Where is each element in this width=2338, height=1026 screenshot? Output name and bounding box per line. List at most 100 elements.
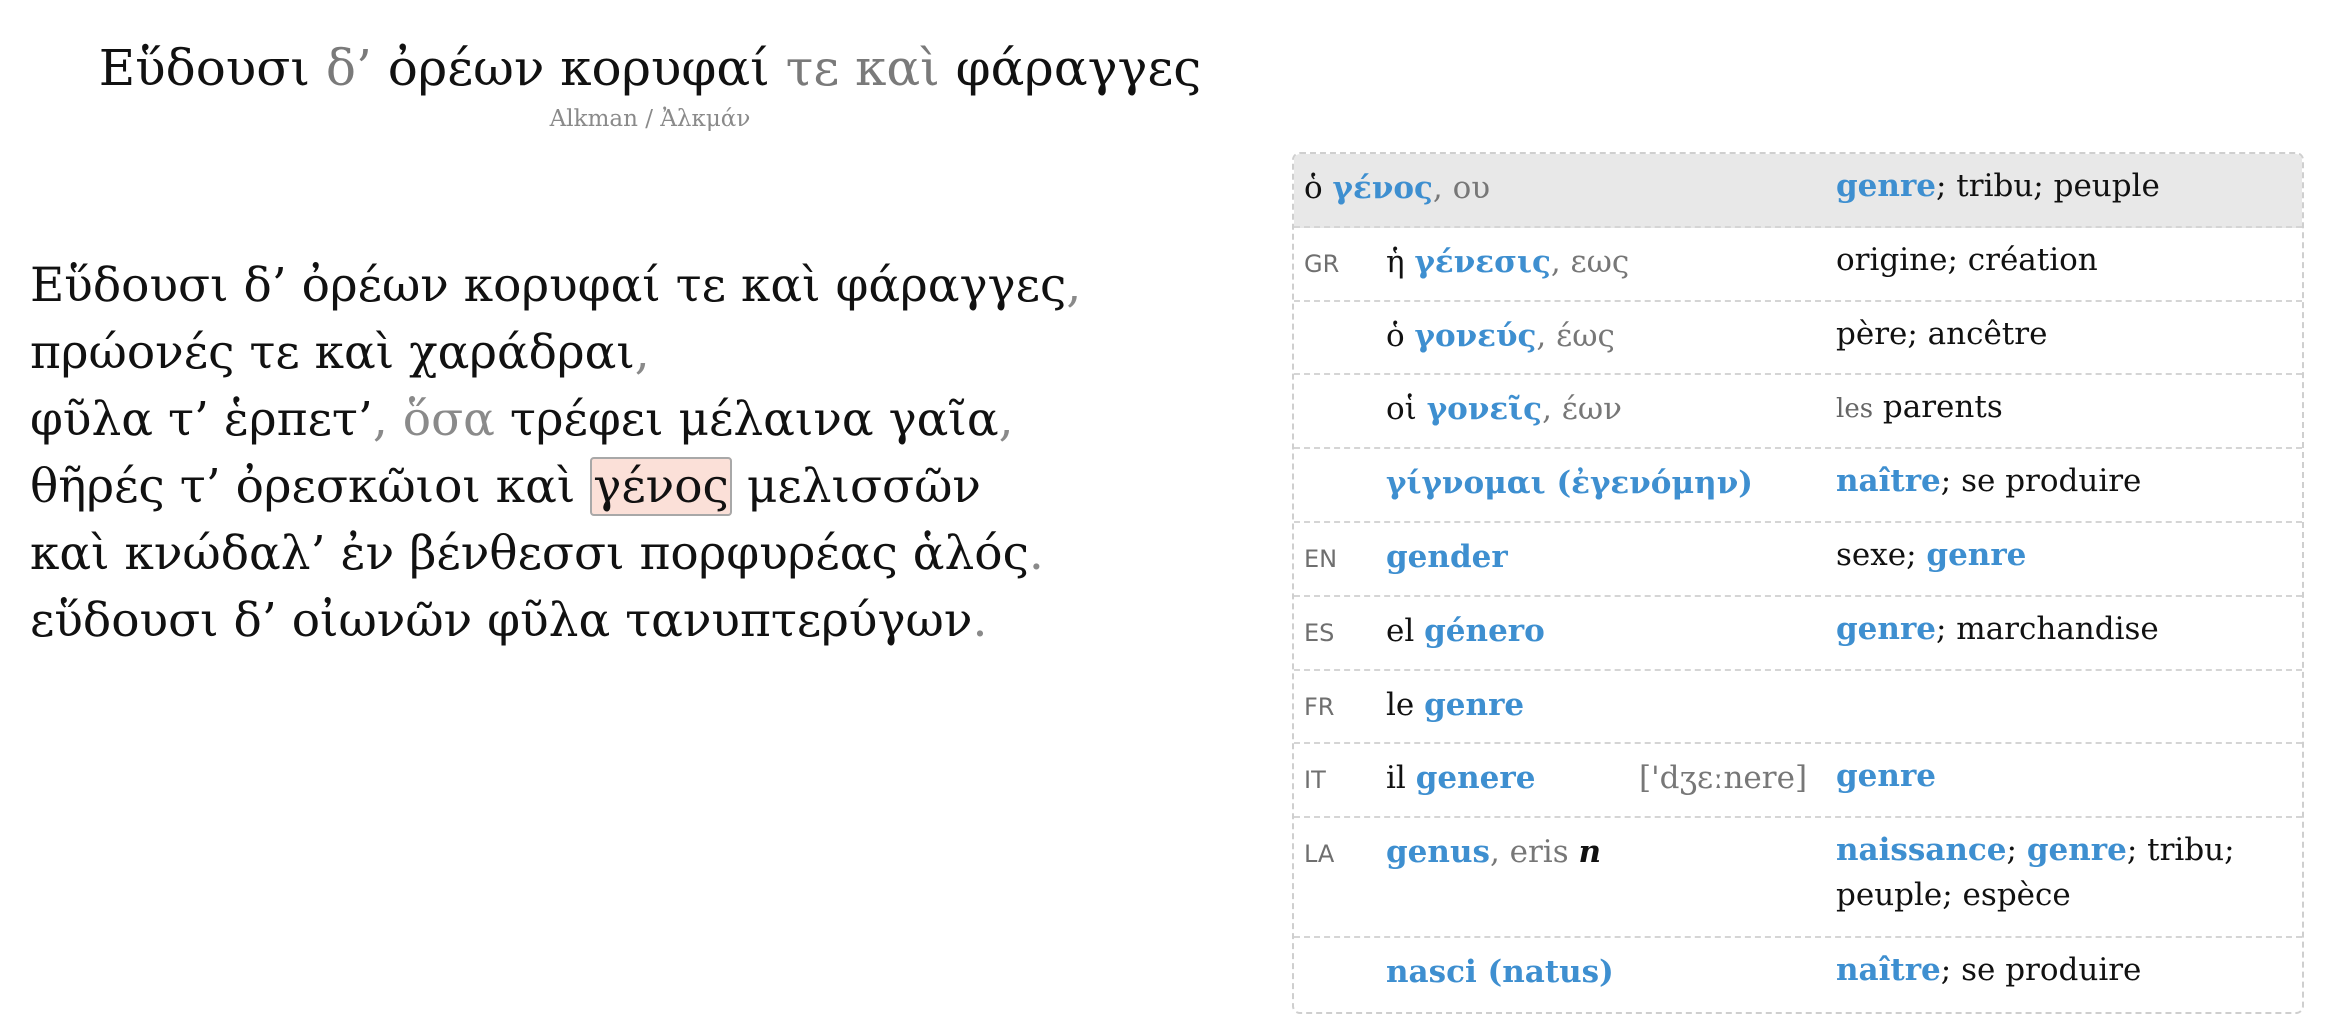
- meaning-text: ; marchandise: [1936, 610, 2159, 647]
- meaning-link[interactable]: genre: [1926, 537, 2026, 573]
- punctuation: .: [1028, 526, 1044, 581]
- poem-words[interactable]: πρώονές τε καὶ χαράδραι: [30, 325, 635, 380]
- poem-line: πρώονές τε καὶ χαράδραι,: [30, 319, 1081, 386]
- lemma-link[interactable]: genre: [1424, 687, 1524, 723]
- lemma-suffix: , εως: [1550, 243, 1630, 280]
- dictionary-row: nasci (natus) naître; se produire: [1294, 938, 2302, 1012]
- lemma-link[interactable]: γένεσις: [1414, 244, 1550, 280]
- poem-text: Εὕδουσι δ’ ὀρέων κορυφαί τε καὶ φάραγγες…: [30, 252, 1081, 654]
- meaning: naître; se produire: [1836, 948, 2266, 993]
- poem-word-muted[interactable]: ὅσα: [403, 392, 495, 447]
- meaning-link[interactable]: naître: [1836, 952, 1941, 988]
- language-code: LA: [1304, 840, 1335, 869]
- meaning-separator: ;: [2006, 832, 2017, 869]
- lemma: οἱ γονεῖς, έων: [1386, 391, 1622, 427]
- meaning-link[interactable]: naissance: [1836, 832, 2007, 868]
- poem-line: Εὕδουσι δ’ ὀρέων κορυφαί τε καὶ φάραγγες…: [30, 252, 1081, 319]
- dictionary-row: FR le genre: [1294, 671, 2302, 745]
- meaning-link[interactable]: naître: [1836, 463, 1941, 499]
- language-code: EN: [1304, 544, 1338, 573]
- article: el: [1386, 612, 1415, 649]
- lemma-link[interactable]: gender: [1386, 539, 1508, 575]
- meaning-text: ; tribu; peuple: [1936, 168, 2160, 204]
- poem-line: εὕδουσι δ’ οἰωνῶν φῦλα τανυπτερύγων.: [30, 587, 1081, 654]
- page-title: Εὕδουσι δ’ ὀρέων κορυφαί τε καὶ φάραγγες: [0, 36, 1300, 100]
- meaning-article: les: [1836, 394, 1874, 425]
- meaning: genre; marchandise: [1836, 607, 2266, 652]
- poem-words[interactable]: καὶ κνώδαλ’ ἐν βένθεσσι πορφυρέας ἁλός: [30, 526, 1029, 581]
- lemma-link[interactable]: género: [1424, 613, 1545, 649]
- punctuation: ,: [998, 392, 1014, 447]
- lemma-link[interactable]: γένος: [1333, 170, 1433, 206]
- gender-marker: n: [1578, 834, 1602, 871]
- dictionary-row: LA genus, eris n naissance; genre; tribu…: [1294, 818, 2302, 939]
- title-word-muted: δ’: [325, 39, 372, 97]
- lemma: genus, eris n: [1386, 834, 1601, 870]
- article: ἡ: [1386, 243, 1405, 280]
- language-code: GR: [1304, 249, 1340, 278]
- title-word: ὀρέων κορυφαί: [387, 39, 770, 97]
- poem-words[interactable]: Εὕδουσι δ’ ὀρέων κορυφαί τε καὶ φάραγγες: [30, 258, 1066, 313]
- dictionary-panel: ὁ γένος, ου genre; tribu; peuple GR ἡ γέ…: [1292, 152, 2304, 1014]
- meaning: sexe; genre: [1836, 533, 2266, 578]
- dictionary-row: EN gender sexe; genre: [1294, 523, 2302, 597]
- lemma: le genre: [1386, 687, 1524, 723]
- article: ὁ: [1386, 317, 1405, 354]
- meaning: naître; se produire: [1836, 459, 2266, 504]
- lemma-suffix: , eris: [1489, 834, 1569, 871]
- meaning-text: sexe;: [1836, 536, 1917, 573]
- poem-line: καὶ κνώδαλ’ ἐν βένθεσσι πορφυρέας ἁλός.: [30, 520, 1081, 587]
- lemma: gender: [1386, 539, 1508, 575]
- meaning-link[interactable]: genre: [2027, 832, 2127, 868]
- article: le: [1386, 686, 1415, 723]
- lemma-suffix: , έως: [1536, 317, 1615, 354]
- poem-words[interactable]: μελισσῶν: [747, 459, 981, 514]
- lemma-link[interactable]: genere: [1416, 760, 1536, 796]
- lemma-link[interactable]: γονεύς: [1415, 318, 1537, 354]
- title-word: Εὕδουσι: [98, 39, 310, 97]
- punctuation: ,: [1066, 258, 1082, 313]
- meaning-link[interactable]: genre: [1836, 611, 1936, 647]
- lemma: γίγνομαι (ἐγενόμην): [1386, 465, 1753, 501]
- article: il: [1386, 760, 1406, 797]
- meaning-link[interactable]: genre: [1836, 168, 1936, 204]
- lemma-link[interactable]: genus: [1386, 834, 1490, 870]
- meaning-link[interactable]: genre: [1836, 758, 1936, 794]
- lemma: il genere: [1386, 760, 1535, 796]
- punctuation: ,: [372, 392, 388, 447]
- title-word-muted: τε καὶ: [785, 39, 940, 97]
- poem-words[interactable]: φῦλα τ’ ἑρπετ’: [30, 392, 373, 447]
- meaning-text: parents: [1882, 389, 2003, 426]
- lemma: nasci (natus): [1386, 954, 1614, 990]
- pronunciation: ['dʒɛːnere]: [1639, 760, 1808, 797]
- language-code: FR: [1304, 692, 1335, 721]
- meaning-text: père; ancêtre: [1836, 315, 2048, 352]
- meaning: les parents: [1836, 385, 2266, 432]
- dictionary-row: GR ἡ γένεσις, εως origine; création: [1294, 228, 2302, 302]
- meaning: naissance; genre; tribu; peuple; espèce: [1836, 828, 2266, 918]
- lemma-link[interactable]: γίγνομαι (ἐγενόμην): [1386, 465, 1753, 501]
- article: ὁ: [1304, 170, 1323, 206]
- dictionary-row: ES el género genre; marchandise: [1294, 597, 2302, 671]
- punctuation: ,: [634, 325, 650, 380]
- language-code: IT: [1304, 766, 1326, 795]
- title-word: φάραγγες: [955, 39, 1202, 97]
- poem-words[interactable]: τρέφει μέλαινα γαῖα: [510, 392, 999, 447]
- selected-word[interactable]: γένος: [590, 457, 732, 516]
- dictionary-row: IT il genere ['dʒɛːnere] genre: [1294, 744, 2302, 819]
- poem-words[interactable]: εὕδουσι δ’ οἰωνῶν φῦλα τανυπτερύγων: [30, 593, 972, 648]
- dictionary-row: οἱ γονεῖς, έων les parents: [1294, 375, 2302, 450]
- dictionary-row: γίγνομαι (ἐγενόμην) naître; se produire: [1294, 449, 2302, 523]
- meaning: genre: [1836, 754, 2266, 799]
- lemma: ὁ γονεύς, έως: [1386, 318, 1615, 354]
- article: οἱ: [1386, 391, 1417, 428]
- lemma-link[interactable]: nasci (natus): [1386, 954, 1614, 990]
- punctuation: .: [972, 593, 988, 648]
- meaning-text: ; se produire: [1940, 463, 2142, 500]
- language-code: ES: [1304, 618, 1335, 647]
- meaning: genre; tribu; peuple: [1836, 164, 2266, 209]
- poem-words[interactable]: θῆρές τ’ ὀρεσκῶιοι καὶ: [30, 459, 575, 514]
- author-label: Alkman / Ἀλκμάν: [549, 106, 751, 132]
- lemma-link[interactable]: γονεῖς: [1427, 391, 1542, 427]
- lemma: el género: [1386, 613, 1545, 649]
